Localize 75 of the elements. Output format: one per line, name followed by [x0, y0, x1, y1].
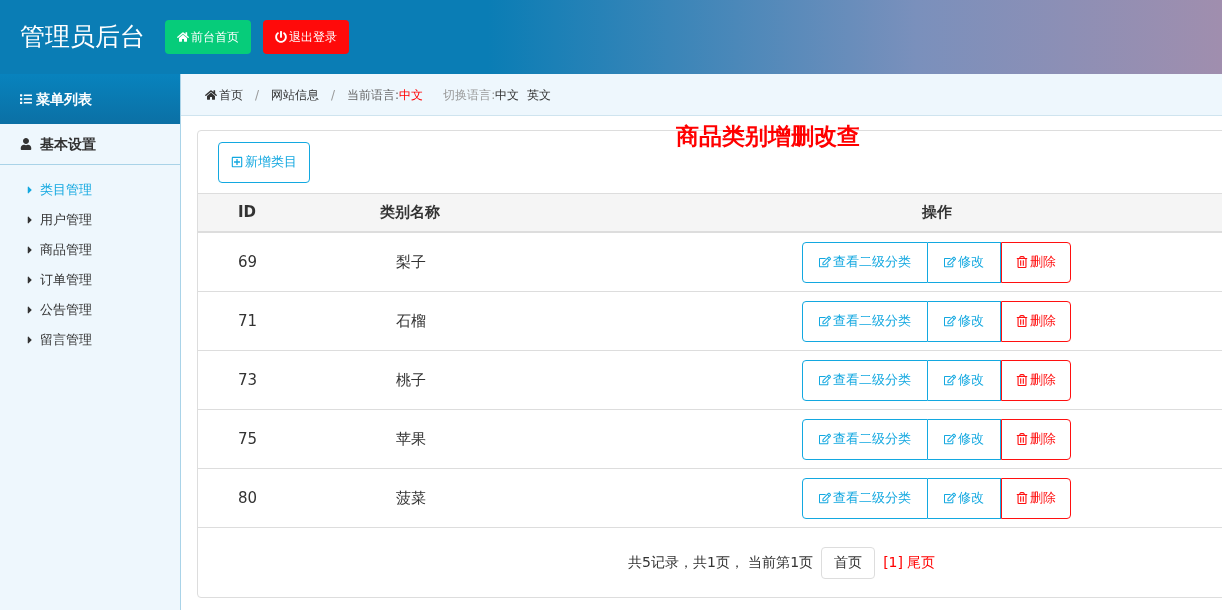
- table-cell-text: 石榴: [395, 310, 427, 332]
- edit-icon: [819, 256, 831, 268]
- sidebar-item[interactable]: 留言管理: [0, 325, 180, 355]
- sidebar-item[interactable]: 公告管理: [0, 295, 180, 325]
- sidebar-item[interactable]: 用户管理: [0, 205, 180, 235]
- edit-icon: [819, 374, 831, 386]
- sidebar-item[interactable]: 订单管理: [0, 265, 180, 295]
- column-header: 操作: [920, 202, 953, 224]
- page-link[interactable]: [1]: [883, 552, 903, 573]
- pagination-summary: 共5记录，共1页， 当前第1页: [628, 553, 814, 572]
- action-button[interactable]: 删除: [1001, 300, 1071, 342]
- sidebar-heading-text: 菜单列表: [36, 89, 92, 109]
- action-button[interactable]: 删除: [1001, 241, 1071, 283]
- edit-icon: [819, 433, 831, 445]
- trash-icon: [1016, 315, 1028, 327]
- breadcrumb-separator: /: [330, 86, 337, 104]
- trash-icon: [1016, 374, 1028, 386]
- breadcrumb-link[interactable]: 网站信息: [271, 85, 320, 104]
- trash-icon: [1016, 256, 1028, 268]
- action-button[interactable]: 删除: [1001, 359, 1071, 401]
- home-icon: [205, 88, 217, 101]
- action-button[interactable]: 修改: [928, 241, 1001, 283]
- last-page-link[interactable]: 尾页: [907, 552, 935, 573]
- language-label: 当前语言:: [347, 86, 400, 104]
- list-icon: [20, 93, 32, 105]
- user-icon: [20, 138, 32, 150]
- table-cell-text: 苹果: [395, 428, 427, 450]
- sidebar-item[interactable]: 类目管理: [0, 175, 180, 205]
- first-page-button[interactable]: 首页: [821, 546, 876, 579]
- table-cell-text: 75: [237, 428, 259, 450]
- column-header: 类别名称: [379, 202, 441, 224]
- app-title: 管理员后台: [20, 21, 145, 54]
- table-cell-text: 69: [237, 251, 259, 273]
- add-category-button[interactable]: 新增类目: [218, 141, 310, 183]
- breadcrumb-link[interactable]: 首页: [205, 85, 243, 104]
- home-icon: [177, 31, 189, 43]
- edit-icon: [944, 433, 956, 445]
- edit-icon: [819, 315, 831, 327]
- edit-icon: [944, 374, 956, 386]
- language-link[interactable]: 中文: [495, 85, 520, 104]
- edit-icon: [944, 256, 956, 268]
- action-button[interactable]: 修改: [928, 359, 1001, 401]
- power-icon: [275, 31, 287, 43]
- action-button[interactable]: 查看二级分类: [802, 241, 928, 283]
- edit-icon: [819, 492, 831, 504]
- action-button[interactable]: 修改: [928, 418, 1001, 460]
- sidebar-group-label: 基本设置: [40, 134, 96, 154]
- sidebar-group[interactable]: 基本设置: [0, 124, 180, 165]
- header-button[interactable]: 前台首页: [165, 20, 251, 54]
- page-title: 商品类别增删改查: [676, 122, 860, 151]
- action-button[interactable]: 修改: [928, 477, 1001, 519]
- current-language: 中文: [399, 86, 424, 104]
- edit-icon: [944, 492, 956, 504]
- action-button[interactable]: 删除: [1001, 418, 1071, 460]
- action-button[interactable]: 查看二级分类: [802, 359, 928, 401]
- language-link[interactable]: 英文: [527, 85, 552, 104]
- trash-icon: [1016, 492, 1028, 504]
- table-cell-text: 菠菜: [395, 487, 427, 509]
- action-button[interactable]: 删除: [1001, 477, 1071, 519]
- action-button[interactable]: 查看二级分类: [802, 418, 928, 460]
- column-header: ID: [237, 202, 258, 224]
- action-button[interactable]: 查看二级分类: [802, 477, 928, 519]
- trash-icon: [1016, 433, 1028, 445]
- table-cell-text: 梨子: [395, 251, 427, 273]
- table-cell-text: 71: [237, 310, 259, 332]
- switch-language-label: 切换语言:: [443, 86, 496, 104]
- header-button[interactable]: 退出登录: [263, 20, 349, 54]
- sidebar-item[interactable]: 商品管理: [0, 235, 180, 265]
- action-button[interactable]: 查看二级分类: [802, 300, 928, 342]
- action-button[interactable]: 修改: [928, 300, 1001, 342]
- edit-icon: [944, 315, 956, 327]
- table-cell-text: 73: [237, 369, 259, 391]
- table-cell-text: 桃子: [395, 369, 427, 391]
- breadcrumb-separator: /: [254, 86, 261, 104]
- table-cell-text: 80: [237, 487, 259, 509]
